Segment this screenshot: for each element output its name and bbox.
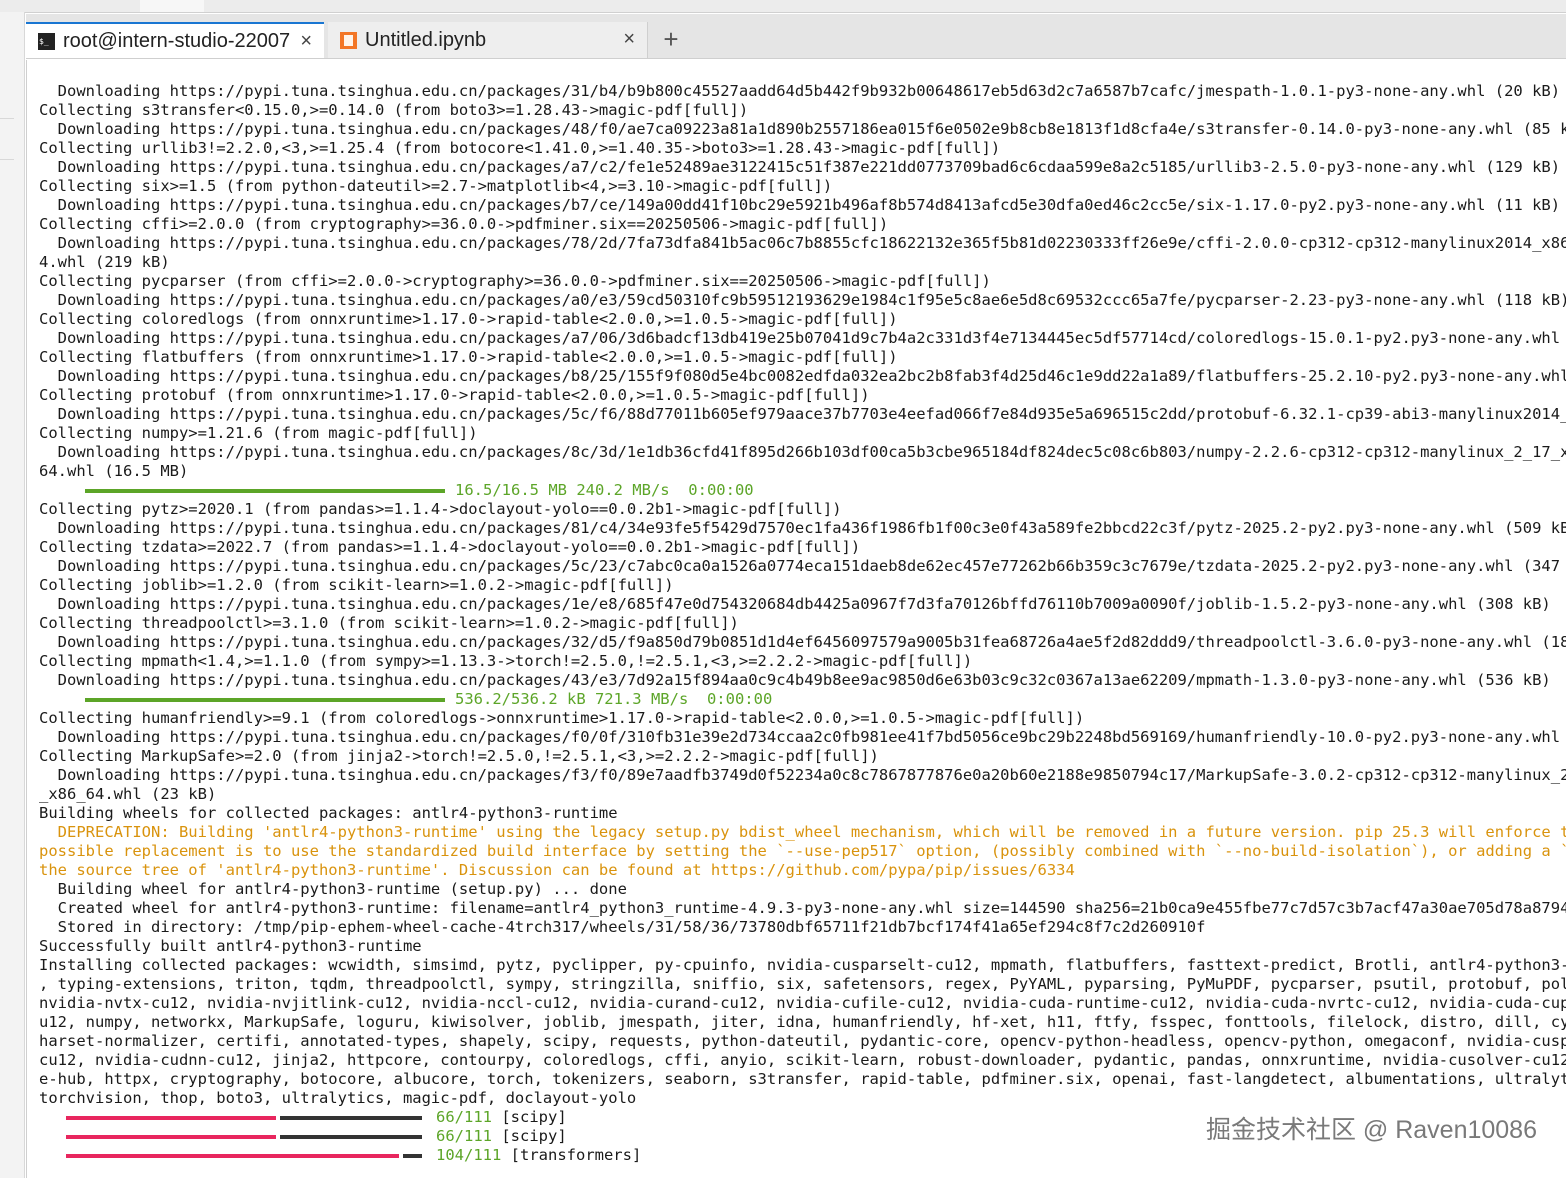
terminal-line: Downloading https://pypi.tuna.tsinghua.e… bbox=[39, 234, 1566, 252]
terminal-line: Downloading https://pypi.tuna.tsinghua.e… bbox=[39, 329, 1566, 347]
terminal-line: Successfully built antlr4-python3-runtim… bbox=[39, 937, 422, 955]
terminal-line: 4.whl (219 kB) bbox=[39, 253, 170, 271]
progress-text: 536.2/536.2 kB 721.3 MB/s 0:00:00 bbox=[455, 690, 773, 708]
terminal-line: Downloading https://pypi.tuna.tsinghua.e… bbox=[39, 595, 1551, 613]
progress-text: 104/111 [transformers] bbox=[436, 1146, 641, 1165]
terminal-line: e-hub, httpx, cryptography, botocore, al… bbox=[39, 1070, 1566, 1088]
tab-label: root@intern-studio-22007 bbox=[63, 29, 291, 52]
terminal-line: Collecting six>=1.5 (from python-dateuti… bbox=[39, 177, 833, 195]
progress-count: 104/111 bbox=[436, 1146, 502, 1164]
terminal-line: Collecting MarkupSafe>=2.0 (from jinja2-… bbox=[39, 747, 879, 765]
terminal-line: cu12, nvidia-cudnn-cu12, jinja2, httpcor… bbox=[39, 1051, 1566, 1069]
terminal-icon: $_ bbox=[38, 32, 55, 50]
progress-count: 66/111 bbox=[436, 1127, 492, 1145]
terminal-line: Downloading https://pypi.tuna.tsinghua.e… bbox=[39, 120, 1566, 138]
terminal-line: Downloading https://pypi.tuna.tsinghua.e… bbox=[39, 557, 1566, 575]
tab-notebook[interactable]: Untitled.ipynb × bbox=[328, 22, 648, 58]
progress-bar-done bbox=[66, 1134, 276, 1139]
terminal-line: Downloading https://pypi.tuna.tsinghua.e… bbox=[39, 728, 1566, 746]
terminal-line: Collecting mpmath<1.4,>=1.1.0 (from symp… bbox=[39, 652, 973, 670]
sidebar-panel-stub bbox=[0, 118, 14, 160]
terminal-line: Downloading https://pypi.tuna.tsinghua.e… bbox=[39, 291, 1566, 309]
terminal-line: Collecting protobuf (from onnxruntime>1.… bbox=[39, 386, 870, 404]
terminal-line: Collecting numpy>=1.21.6 (from magic-pdf… bbox=[39, 424, 478, 442]
install-progress: 104/111 [transformers] bbox=[39, 1146, 1566, 1165]
terminal-line: torchvision, thop, boto3, ultralytics, m… bbox=[39, 1089, 637, 1107]
terminal-line: Collecting urllib3!=2.2.0,<3,>=1.25.4 (f… bbox=[39, 139, 1001, 157]
warning-line: DEPRECATION: Building 'antlr4-python3-ru… bbox=[39, 823, 1566, 841]
terminal-line: Building wheel for antlr4-python3-runtim… bbox=[39, 880, 627, 898]
terminal-line: Downloading https://pypi.tuna.tsinghua.e… bbox=[39, 82, 1561, 100]
progress-bar bbox=[85, 697, 445, 702]
terminal-line: Downloading https://pypi.tuna.tsinghua.e… bbox=[39, 671, 1551, 689]
download-progress: 536.2/536.2 kB 721.3 MB/s 0:00:00 bbox=[39, 690, 1566, 709]
terminal-line: 64.whl (16.5 MB) bbox=[39, 462, 189, 480]
progress-package: [transformers] bbox=[501, 1146, 642, 1164]
terminal-line: Downloading https://pypi.tuna.tsinghua.e… bbox=[39, 158, 1561, 176]
terminal-line: nvidia-nvtx-cu12, nvidia-nvjitlink-cu12,… bbox=[39, 994, 1566, 1012]
download-progress: 16.5/16.5 MB 240.2 MB/s 0:00:00 bbox=[39, 481, 1566, 500]
close-icon[interactable]: × bbox=[300, 30, 312, 53]
terminal-line: Downloading https://pypi.tuna.tsinghua.e… bbox=[39, 196, 1561, 214]
terminal-line: Collecting flatbuffers (from onnxruntime… bbox=[39, 348, 898, 366]
terminal-line: Collecting s3transfer<0.15.0,>=0.14.0 (f… bbox=[39, 101, 749, 119]
terminal-line: Downloading https://pypi.tuna.tsinghua.e… bbox=[39, 367, 1566, 385]
tab-terminal[interactable]: $_ root@intern-studio-22007 × bbox=[26, 22, 324, 58]
terminal-line: Collecting pycparser (from cffi>=2.0.0->… bbox=[39, 272, 991, 290]
terminal-line: harset-normalizer, certifi, annotated-ty… bbox=[39, 1032, 1566, 1050]
watermark: 掘金技术社区 @ Raven10086 bbox=[1205, 1116, 1537, 1144]
browser-tab-stub[interactable] bbox=[140, 0, 204, 12]
progress-text: 16.5/16.5 MB 240.2 MB/s 0:00:00 bbox=[455, 481, 754, 499]
terminal-line: Collecting cffi>=2.0.0 (from cryptograph… bbox=[39, 215, 889, 233]
terminal-output[interactable]: Downloading https://pypi.tuna.tsinghua.e… bbox=[26, 60, 1566, 1178]
progress-bar-done bbox=[66, 1115, 276, 1120]
progress-bar bbox=[85, 488, 445, 493]
progress-bar-remaining bbox=[403, 1153, 422, 1158]
warning-line: possible replacement is to use the stand… bbox=[39, 842, 1566, 860]
tab-bar: $_ root@intern-studio-22007 × Untitled.i… bbox=[26, 14, 1566, 59]
terminal-line: Collecting threadpoolctl>=3.1.0 (from sc… bbox=[39, 614, 739, 632]
terminal-line: Building wheels for collected packages: … bbox=[39, 804, 618, 822]
browser-top-strip bbox=[0, 0, 1566, 13]
left-sidebar bbox=[0, 12, 25, 1178]
notebook-icon bbox=[340, 31, 357, 49]
terminal-line: Downloading https://pypi.tuna.tsinghua.e… bbox=[39, 443, 1566, 461]
terminal-line: Collecting pytz>=2020.1 (from pandas>=1.… bbox=[39, 500, 842, 518]
terminal-line: Collecting coloredlogs (from onnxruntime… bbox=[39, 310, 898, 328]
terminal-line: u12, numpy, networkx, MarkupSafe, loguru… bbox=[39, 1013, 1566, 1031]
tab-label: Untitled.ipynb bbox=[365, 28, 487, 51]
terminal-line: Stored in directory: /tmp/pip-ephem-whee… bbox=[39, 918, 1206, 936]
progress-package: [scipy] bbox=[492, 1108, 567, 1126]
progress-bar-remaining bbox=[280, 1134, 422, 1139]
progress-count: 66/111 bbox=[436, 1108, 492, 1126]
terminal-line: _x86_64.whl (23 kB) bbox=[39, 785, 217, 803]
progress-bar-done bbox=[66, 1153, 399, 1158]
progress-package: [scipy] bbox=[492, 1127, 567, 1145]
terminal-line: Collecting tzdata>=2022.7 (from pandas>=… bbox=[39, 538, 861, 556]
terminal-line: , typing-extensions, triton, tqdm, threa… bbox=[39, 975, 1566, 993]
progress-text: 66/111 [scipy] bbox=[436, 1108, 567, 1127]
terminal-line: Installing collected packages: wcwidth, … bbox=[39, 956, 1566, 974]
terminal-line: Downloading https://pypi.tuna.tsinghua.e… bbox=[39, 633, 1566, 651]
terminal-line: Created wheel for antlr4-python3-runtime… bbox=[39, 899, 1566, 917]
add-tab-button[interactable]: + bbox=[656, 22, 686, 58]
close-icon[interactable]: × bbox=[623, 28, 635, 51]
terminal-line: Downloading https://pypi.tuna.tsinghua.e… bbox=[39, 766, 1566, 784]
terminal-line: Collecting joblib>=1.2.0 (from scikit-le… bbox=[39, 576, 674, 594]
terminal-lines: Downloading https://pypi.tuna.tsinghua.e… bbox=[39, 82, 1566, 1165]
progress-bar-remaining bbox=[280, 1115, 422, 1120]
warning-line: the source tree of 'antlr4-python3-runti… bbox=[39, 861, 1075, 879]
progress-text: 66/111 [scipy] bbox=[436, 1127, 567, 1146]
terminal-line: Downloading https://pypi.tuna.tsinghua.e… bbox=[39, 519, 1566, 537]
terminal-line: Collecting humanfriendly>=9.1 (from colo… bbox=[39, 709, 1085, 727]
terminal-line: Downloading https://pypi.tuna.tsinghua.e… bbox=[39, 405, 1566, 423]
